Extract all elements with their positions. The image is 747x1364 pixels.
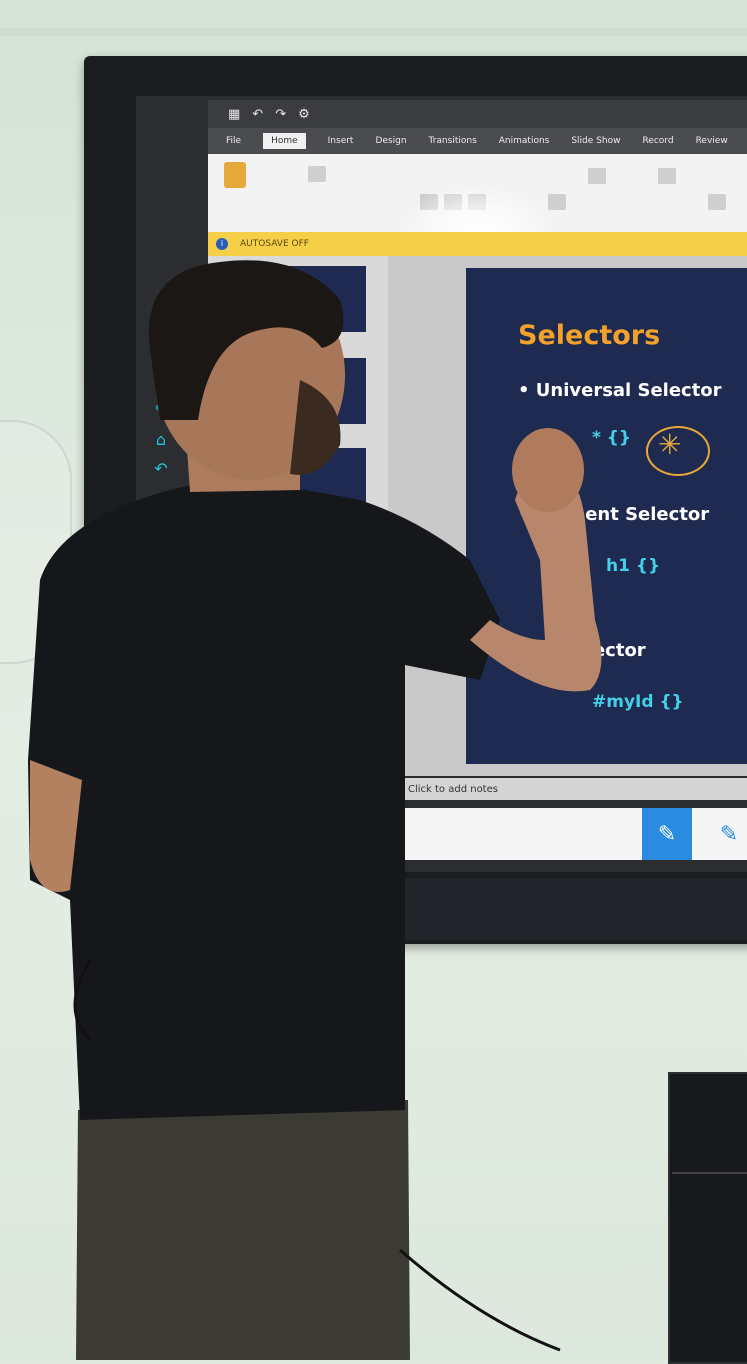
pen-icon[interactable]: ✎ (154, 401, 167, 420)
tab-animations[interactable]: Animations (499, 136, 550, 146)
app-title-bar: ▦ ↶ ↷ ⚙ (208, 100, 747, 128)
slide-thumbnail[interactable] (246, 448, 366, 514)
highlighter-button[interactable]: ✎ (702, 808, 747, 860)
redo-icon[interactable]: ↷ (275, 107, 286, 122)
slide-thumbnail[interactable] (246, 266, 366, 332)
save-icon[interactable]: ▦ (228, 107, 240, 122)
bullet-id: • Id Selector (518, 640, 646, 661)
home-icon[interactable]: ⌂ (156, 430, 166, 449)
tab-record[interactable]: Record (642, 136, 673, 146)
tab-transitions[interactable]: Transitions (429, 136, 477, 146)
tab-design[interactable]: Design (375, 136, 406, 146)
tab-file[interactable]: File (226, 136, 241, 146)
code-id: #myId {} (592, 692, 684, 712)
bullet-element: • Element Selector (518, 504, 710, 525)
shapes-icon[interactable] (658, 168, 676, 184)
speaker-divider (672, 1172, 747, 1174)
pen-button[interactable]: ✎ (642, 808, 692, 860)
slide-thumbnails-panel (208, 256, 388, 796)
bullets-icon[interactable] (588, 168, 606, 184)
tv-bottom-bezel (396, 878, 747, 940)
undo-icon[interactable]: ↶ (252, 107, 263, 122)
wall-lamp (0, 420, 72, 664)
notes-pane[interactable]: Click to add notes (394, 778, 747, 800)
select-icon[interactable]: ⬈ (154, 372, 167, 391)
bullet-universal: • Universal Selector (518, 380, 722, 401)
undo-icon[interactable]: ↶ (154, 459, 167, 478)
notice-bar: i AUTOSAVE OFF (208, 232, 747, 256)
tab-review[interactable]: Review (696, 136, 728, 146)
whiteboard-side-tools: ⬈ ✎ ⌂ ↶ (144, 372, 178, 478)
bold-icon[interactable] (420, 194, 438, 210)
annotation-toolbar (394, 808, 747, 860)
code-universal: * {} (592, 428, 632, 448)
ribbon-tabs: File Home Insert Design Transitions Anim… (208, 128, 747, 154)
speaker-cabinet (668, 1072, 747, 1364)
pen-icon: ✎ (719, 821, 739, 847)
new-slide-icon[interactable] (308, 166, 326, 182)
notes-placeholder: Click to add notes (408, 783, 498, 795)
tab-slide-show[interactable]: Slide Show (571, 136, 620, 146)
info-icon: i (216, 238, 228, 250)
code-element: h1 {} (606, 556, 661, 576)
underline-icon[interactable] (468, 194, 486, 210)
arrange-icon[interactable] (708, 194, 726, 210)
pen-icon: ✎ (657, 821, 677, 847)
settings-icon[interactable]: ⚙ (298, 107, 310, 122)
touchscreen: ▦ ↶ ↷ ⚙ File Home Insert Design Transiti… (136, 96, 747, 872)
notice-text: AUTOSAVE OFF (240, 239, 309, 249)
ribbon-toolbar (208, 154, 747, 274)
align-icon[interactable] (548, 194, 566, 210)
annotation-star-icon: ✳ (658, 428, 682, 461)
paste-icon[interactable] (224, 162, 246, 188)
tab-insert[interactable]: Insert (328, 136, 354, 146)
slide-canvas[interactable]: Selectors • Universal Selector * {} ✳ • … (466, 268, 747, 764)
slide-title: Selectors (518, 320, 661, 351)
slide-thumbnail[interactable] (246, 358, 366, 424)
tab-home[interactable]: Home (263, 133, 306, 149)
italic-icon[interactable] (444, 194, 462, 210)
ceiling-trim (0, 28, 747, 36)
